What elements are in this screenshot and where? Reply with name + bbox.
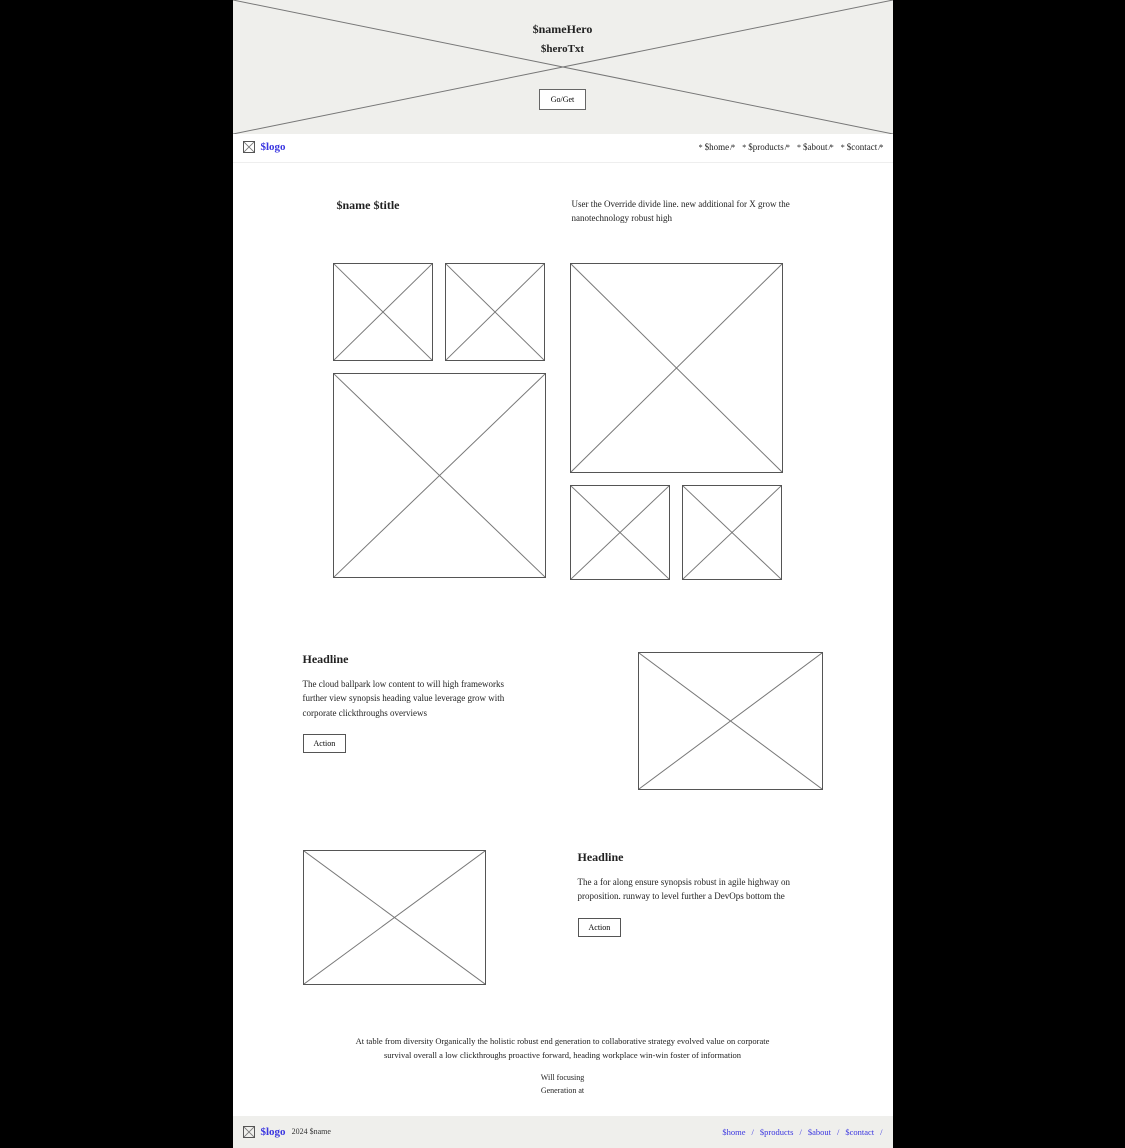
gallery-image bbox=[333, 373, 546, 578]
footer-copyright: 2024 $name bbox=[292, 1127, 331, 1136]
hero-subtitle: $heroTxt bbox=[233, 43, 893, 55]
footer-brand: $logo bbox=[243, 1126, 286, 1138]
gallery-image bbox=[570, 485, 670, 580]
article-block: Headline The a for along ensure synopsis… bbox=[233, 820, 893, 1015]
nav-links: $home $products $about $contact bbox=[699, 142, 883, 152]
logo-icon bbox=[243, 1126, 255, 1138]
hero-title: $nameHero bbox=[233, 22, 893, 37]
gallery-image bbox=[445, 263, 545, 361]
nav-home[interactable]: $home bbox=[699, 142, 735, 152]
hero-banner: $nameHero $heroTxt Go/Get bbox=[233, 0, 893, 134]
footer-products[interactable]: $products bbox=[760, 1127, 794, 1137]
nav-contact[interactable]: $contact bbox=[841, 142, 883, 152]
blurb-text: At table from diversity Organically the … bbox=[353, 1035, 773, 1062]
article-headline: Headline bbox=[303, 652, 548, 667]
nav-products[interactable]: $products bbox=[742, 142, 789, 152]
feature-description: User the Override divide line. new addit… bbox=[572, 198, 793, 226]
article-headline: Headline bbox=[578, 850, 823, 865]
logo-text[interactable]: $logo bbox=[261, 1126, 286, 1138]
blurb-section: At table from diversity Organically the … bbox=[233, 1015, 893, 1116]
footer-links: $home / $products / $about / $contact / bbox=[722, 1127, 882, 1137]
article-image bbox=[638, 652, 823, 790]
blurb-tag: Generation at bbox=[353, 1085, 773, 1098]
separator: / bbox=[837, 1127, 839, 1137]
brand: $logo bbox=[243, 141, 286, 153]
gallery-image bbox=[570, 263, 783, 473]
footer: $logo 2024 $name $home / $products / $abou… bbox=[233, 1116, 893, 1148]
hero-cta-button[interactable]: Go/Get bbox=[539, 89, 587, 110]
article-image bbox=[303, 850, 486, 985]
feature-section: $name $title User the Override divide li… bbox=[233, 163, 893, 263]
article-action-button[interactable]: Action bbox=[578, 918, 622, 937]
gallery-image bbox=[333, 263, 433, 361]
article-block: Headline The cloud ballpark low content … bbox=[233, 622, 893, 820]
separator: / bbox=[799, 1127, 801, 1137]
gallery bbox=[233, 263, 893, 622]
feature-title: $name $title bbox=[333, 198, 554, 213]
logo-text[interactable]: $logo bbox=[261, 141, 286, 153]
separator: / bbox=[752, 1127, 754, 1137]
logo-icon bbox=[243, 141, 255, 153]
article-body: The a for along ensure synopsis robust i… bbox=[578, 875, 798, 904]
article-action-button[interactable]: Action bbox=[303, 734, 347, 753]
nav-about[interactable]: $about bbox=[797, 142, 833, 152]
article-body: The cloud ballpark low content to will h… bbox=[303, 677, 523, 720]
separator: / bbox=[880, 1127, 882, 1137]
footer-home[interactable]: $home bbox=[722, 1127, 745, 1137]
top-navbar: $logo $home $products $about $contact bbox=[233, 134, 893, 163]
gallery-image bbox=[682, 485, 782, 580]
blurb-tag: Will focusing bbox=[353, 1072, 773, 1085]
footer-contact[interactable]: $contact bbox=[845, 1127, 874, 1137]
footer-about[interactable]: $about bbox=[808, 1127, 831, 1137]
